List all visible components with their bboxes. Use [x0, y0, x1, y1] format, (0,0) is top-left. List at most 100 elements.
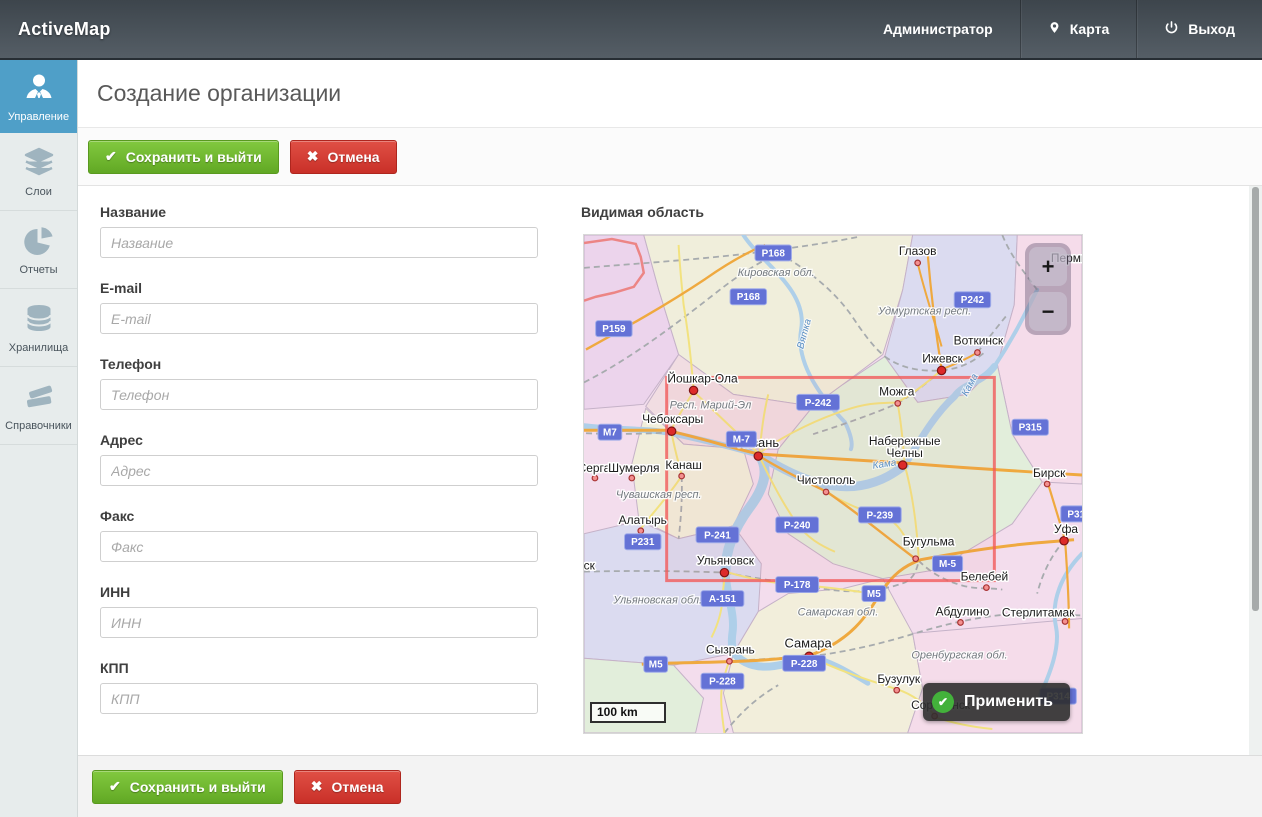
- map-region-label: Респ. Марий-Эл: [670, 399, 752, 411]
- map-city-label: Шумерля: [608, 461, 659, 475]
- sidebar-item-label: Слои: [25, 186, 52, 198]
- map-city-marker: [823, 489, 829, 495]
- check-icon: ✔: [109, 778, 121, 795]
- map-city-marker: [638, 528, 644, 534]
- map-region-label: Чувашская респ.: [616, 489, 702, 501]
- cancel-button[interactable]: ✖ Отмена: [290, 140, 397, 174]
- map-city-marker: [915, 260, 921, 266]
- road-badge-label: Р-178: [784, 580, 811, 591]
- map-city-label: Йошкар-Ола: [667, 370, 738, 385]
- scrollbar[interactable]: [1249, 186, 1262, 755]
- road-badge-label: Р-242: [805, 398, 832, 409]
- inn-field: ИНН: [100, 584, 538, 638]
- sidebar: Управление Слои Отчеты Хранилища Справочники: [0, 60, 78, 817]
- inn-input[interactable]: [100, 607, 538, 638]
- map-city-label: Можга: [879, 384, 915, 398]
- save-exit-button-bottom[interactable]: ✔ Сохранить и выйти: [92, 770, 283, 804]
- sidebar-item-management[interactable]: Управление: [0, 60, 77, 133]
- map-city-marker: [1044, 481, 1050, 487]
- map-city-label: Ульяновск: [697, 554, 755, 568]
- zoom-in-button[interactable]: +: [1029, 247, 1067, 286]
- save-exit-button[interactable]: ✔ Сохранить и выйти: [88, 140, 279, 174]
- layers-icon: [21, 145, 57, 181]
- map-scale: 100 km: [590, 702, 666, 723]
- road-badge-label: М7: [603, 428, 617, 439]
- kpp-input[interactable]: [100, 683, 538, 714]
- zoom-out-button[interactable]: −: [1029, 292, 1067, 331]
- sidebar-item-label: Хранилища: [9, 342, 69, 354]
- page-title-bar: Создание организации: [78, 60, 1262, 128]
- road-badge-label: М-5: [939, 559, 957, 570]
- road-badge-label: Р-240: [784, 520, 811, 531]
- road-badge-label: Р315: [1019, 423, 1043, 434]
- map-city-marker: [975, 350, 981, 356]
- save-exit-label: Сохранить и выйти: [130, 779, 266, 795]
- kpp-field: КПП: [100, 660, 538, 714]
- map-city-label: Бузулук: [877, 672, 921, 686]
- save-exit-label: Сохранить и выйти: [126, 149, 262, 165]
- road-badge-label: Р242: [961, 295, 985, 306]
- email-field: E-mail: [100, 280, 538, 334]
- map-city-marker: [899, 461, 907, 469]
- map-city-marker: [592, 475, 598, 481]
- apply-button[interactable]: ✔ Применить: [923, 683, 1070, 721]
- sidebar-item-label: Управление: [8, 111, 69, 123]
- sidebar-item-storages[interactable]: Хранилища: [0, 289, 77, 367]
- sidebar-item-reports[interactable]: Отчеты: [0, 211, 77, 289]
- map-city-marker: [727, 658, 733, 664]
- cancel-label: Отмена: [327, 149, 379, 165]
- top-header: ActiveMap Администратор Карта Выход: [0, 0, 1262, 60]
- road-badge-label: Р159: [602, 324, 626, 335]
- pie-chart-icon: [21, 223, 57, 259]
- toolbar-bottom: ✔ Сохранить и выйти ✖ Отмена: [78, 755, 1262, 817]
- road-badge-label: Р-228: [709, 677, 736, 688]
- map-city-label: Воткинск: [954, 334, 1004, 348]
- map[interactable]: Кировская обл.Удмуртская респ.Респ. Мари…: [583, 234, 1083, 734]
- header-map-link[interactable]: Карта: [1021, 0, 1137, 58]
- map-city-marker: [679, 473, 685, 479]
- map-city-label: Глазов: [899, 244, 937, 258]
- apply-label: Применить: [964, 693, 1053, 711]
- sidebar-item-layers[interactable]: Слои: [0, 133, 77, 211]
- sidebar-item-label: Отчеты: [19, 264, 57, 276]
- check-icon: ✔: [105, 148, 117, 165]
- map-city-label: Белебей: [961, 570, 1009, 584]
- road-badge-label: Р168: [737, 292, 761, 303]
- map-city-label: нск: [584, 559, 596, 573]
- cancel-label: Отмена: [331, 779, 383, 795]
- x-icon: ✖: [311, 778, 323, 795]
- map-city-marker: [689, 386, 697, 394]
- content-area: НазваниеE-mailТелефонАдресФаксИННКПП Вид…: [78, 186, 1262, 755]
- map-city-marker: [667, 427, 675, 435]
- kpp-label: КПП: [100, 660, 538, 676]
- road-badge-label: Р-241: [704, 530, 731, 541]
- header-logout[interactable]: Выход: [1137, 0, 1262, 58]
- fax-input[interactable]: [100, 531, 538, 562]
- main-content: Создание организации ✔ Сохранить и выйти…: [78, 60, 1262, 817]
- map-city-marker: [754, 452, 762, 460]
- map-svg: Кировская обл.Удмуртская респ.Респ. Мари…: [584, 235, 1082, 733]
- road-badge-label: М-7: [733, 435, 751, 446]
- name-input[interactable]: [100, 227, 538, 258]
- map-city-marker: [1060, 537, 1068, 545]
- address-field: Адрес: [100, 432, 538, 486]
- visible-area-label: Видимая область: [581, 204, 1083, 220]
- map-city-marker: [720, 568, 728, 576]
- map-city-label: Сызрань: [706, 642, 755, 656]
- cancel-button-bottom[interactable]: ✖ Отмена: [294, 770, 401, 804]
- user-icon: [21, 70, 57, 106]
- email-input[interactable]: [100, 303, 538, 334]
- map-region-label: Самарская обл.: [798, 606, 879, 618]
- address-input[interactable]: [100, 455, 538, 486]
- check-circle-icon: ✔: [932, 691, 954, 713]
- scrollbar-thumb[interactable]: [1252, 187, 1259, 611]
- header-nav: Администратор Карта Выход: [856, 0, 1262, 58]
- visible-area-panel: Видимая область: [583, 204, 1083, 734]
- header-user-menu[interactable]: Администратор: [856, 0, 1020, 58]
- sidebar-item-references[interactable]: Справочники: [0, 367, 77, 445]
- phone-field: Телефон: [100, 356, 538, 410]
- phone-input[interactable]: [100, 379, 538, 410]
- map-city-label: Стерлитамак: [1002, 605, 1075, 619]
- app-logo: ActiveMap: [18, 19, 111, 40]
- map-city-label: Уфа: [1054, 522, 1078, 536]
